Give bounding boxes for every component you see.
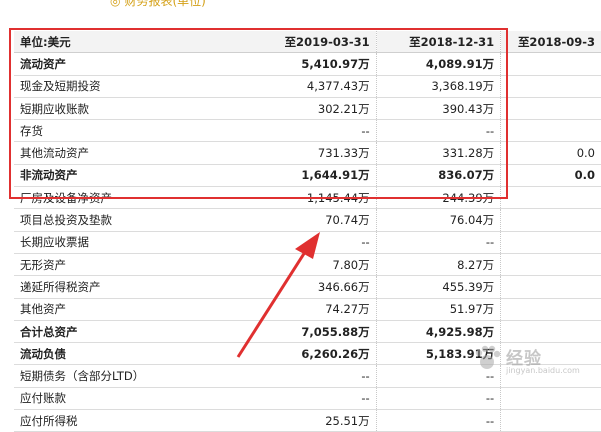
row-label: 项目总投资及垫款 <box>14 208 229 232</box>
paw-logo-icon <box>475 345 501 369</box>
value-period-3 <box>500 320 601 344</box>
value-period-3 <box>500 119 601 143</box>
section-title-text: 财务报表(单位) <box>124 0 206 8</box>
table-row: 递延所得税资产 346.66万 455.39万 <box>14 275 601 299</box>
section-title: ◎ 财务报表(单位) <box>110 0 206 9</box>
value-period-2: 390.43万 <box>376 97 502 121</box>
value-period-1: 346.66万 <box>228 275 377 299</box>
value-period-2: -- <box>376 119 502 143</box>
value-period-3: 0.0 <box>500 164 601 188</box>
value-period-2: 4,089.91万 <box>376 52 502 76</box>
header-period-1[interactable]: 至2019-03-31 <box>228 31 377 54</box>
row-label: 其他流动资产 <box>14 141 229 165</box>
table-row: 项目总投资及垫款 70.74万 76.04万 <box>14 208 601 232</box>
table-row: 应付账款 -- -- <box>14 387 601 411</box>
table-header-row: 单位:美元 至2019-03-31 至2018-12-31 至2018-09-3 <box>14 31 601 54</box>
top-strip: ◎ 财务报表(单位) <box>0 0 601 30</box>
value-period-2: -- <box>376 409 502 432</box>
value-period-3 <box>500 97 601 121</box>
value-period-3: 0.0 <box>500 141 601 165</box>
value-period-1: -- <box>228 364 377 388</box>
value-period-3 <box>500 208 601 232</box>
table-row: 无形资产 7.80万 8.27万 <box>14 253 601 277</box>
row-label: 短期债务（含部分LTD） <box>14 364 229 388</box>
value-period-1: -- <box>228 387 377 411</box>
value-period-1: 74.27万 <box>228 298 377 321</box>
row-label: 合计总资产 <box>14 320 229 344</box>
row-label: 流动资产 <box>14 52 229 76</box>
value-period-1: 1,145.44万 <box>228 186 377 210</box>
value-period-1: 25.51万 <box>228 409 377 432</box>
value-period-2: 836.07万 <box>376 164 502 188</box>
value-period-1: 302.21万 <box>228 97 377 121</box>
table-row: 存货 -- -- <box>14 119 601 143</box>
table-row: 厂房及设备净资产 1,145.44万 244.39万 <box>14 186 601 210</box>
value-period-1: 70.74万 <box>228 208 377 232</box>
value-period-3 <box>500 231 601 254</box>
value-period-2: 8.27万 <box>376 253 502 277</box>
value-period-1: 6,260.26万 <box>228 342 377 366</box>
table-row: 其他资产 74.27万 51.97万 <box>14 298 601 321</box>
row-label: 长期应收票据 <box>14 231 229 254</box>
table-row: 非流动资产 1,644.91万 836.07万 0.0 <box>14 164 601 188</box>
value-period-3 <box>500 298 601 321</box>
value-period-3 <box>500 275 601 299</box>
row-label: 其他资产 <box>14 298 229 321</box>
value-period-2: 3,368.19万 <box>376 75 502 98</box>
row-label: 非流动资产 <box>14 164 229 188</box>
row-label: 应付账款 <box>14 387 229 411</box>
table-row: 应付所得税 25.51万 -- <box>14 409 601 432</box>
value-period-1: 731.33万 <box>228 141 377 165</box>
value-period-1: 1,644.91万 <box>228 164 377 188</box>
value-period-2: 76.04万 <box>376 208 502 232</box>
row-label: 无形资产 <box>14 253 229 277</box>
value-period-2: -- <box>376 387 502 411</box>
value-period-2: -- <box>376 231 502 254</box>
value-period-2: 331.28万 <box>376 141 502 165</box>
value-period-2: 455.39万 <box>376 275 502 299</box>
table-row: 其他流动资产 731.33万 331.28万 0.0 <box>14 141 601 165</box>
header-unit: 单位:美元 <box>14 31 229 54</box>
circle-bullet-icon: ◎ <box>110 0 121 8</box>
row-label: 现金及短期投资 <box>14 75 229 98</box>
row-label: 厂房及设备净资产 <box>14 186 229 210</box>
row-label: 流动负债 <box>14 342 229 366</box>
watermark: 经验 jingyan.baidu.com <box>472 342 592 382</box>
table-row: 合计总资产 7,055.88万 4,925.98万 <box>14 320 601 344</box>
table-row: 长期应收票据 -- -- <box>14 231 601 254</box>
value-period-3 <box>500 186 601 210</box>
value-period-1: 7,055.88万 <box>228 320 377 344</box>
watermark-url: jingyan.baidu.com <box>506 366 580 375</box>
value-period-3 <box>500 75 601 98</box>
row-label: 应付所得税 <box>14 409 229 432</box>
table-row: 短期应收账款 302.21万 390.43万 <box>14 97 601 121</box>
row-label: 递延所得税资产 <box>14 275 229 299</box>
table-row: 现金及短期投资 4,377.43万 3,368.19万 <box>14 75 601 98</box>
row-label: 存货 <box>14 119 229 143</box>
value-period-1: 5,410.97万 <box>228 52 377 76</box>
header-period-3[interactable]: 至2018-09-3 <box>500 31 601 54</box>
value-period-1: -- <box>228 119 377 143</box>
value-period-3 <box>500 409 601 432</box>
value-period-2: 244.39万 <box>376 186 502 210</box>
value-period-2: 51.97万 <box>376 298 502 321</box>
row-label: 短期应收账款 <box>14 97 229 121</box>
value-period-1: 4,377.43万 <box>228 75 377 98</box>
value-period-3 <box>500 52 601 76</box>
value-period-1: 7.80万 <box>228 253 377 277</box>
value-period-3 <box>500 387 601 411</box>
value-period-1: -- <box>228 231 377 254</box>
header-period-2[interactable]: 至2018-12-31 <box>376 31 502 54</box>
table-row: 流动资产 5,410.97万 4,089.91万 <box>14 52 601 76</box>
value-period-3 <box>500 253 601 277</box>
value-period-2: 4,925.98万 <box>376 320 502 344</box>
